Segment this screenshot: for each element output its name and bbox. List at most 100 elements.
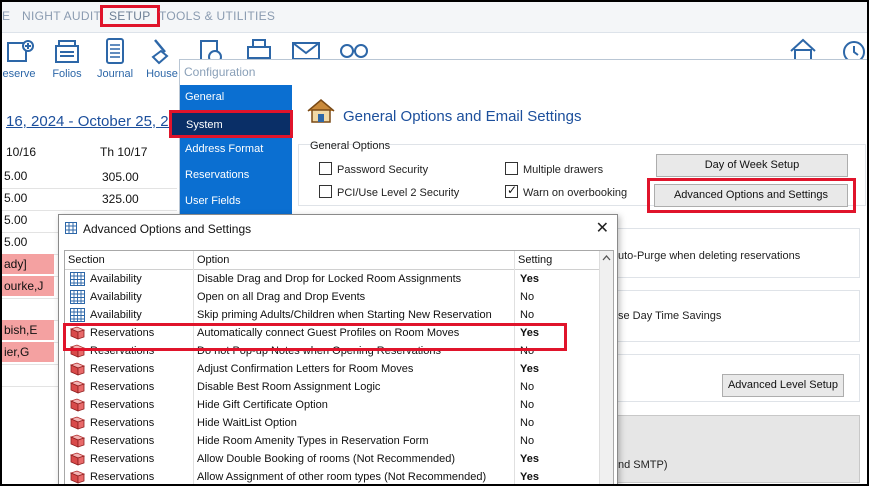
calendar-cell[interactable]: 325.00 — [102, 192, 139, 206]
warn-overbooking-label: Warn on overbooking — [523, 187, 628, 199]
menu-tools-utilities[interactable]: TOOLS & UTILITIES — [159, 9, 275, 23]
journal-tool[interactable]: Journal — [90, 37, 140, 80]
option-cell: Disable Best Room Assignment Logic — [197, 381, 381, 393]
nav-item-address-format[interactable]: Address Format — [185, 143, 263, 155]
calendar-cell[interactable]: 5.00 — [2, 188, 54, 208]
smtp-text: nd SMTP) — [618, 459, 668, 471]
option-cell: Skip priming Adults/Children when Starti… — [197, 309, 492, 321]
section-cell: Reservations — [90, 381, 155, 393]
folios-icon — [55, 40, 79, 63]
table-row[interactable]: Reservations Disable Best Room Assignment… — [65, 378, 613, 396]
table-row[interactable]: Reservations Allow Assignment of other ro… — [65, 468, 613, 484]
journal-label: Journal — [96, 68, 134, 80]
password-security-label: Password Security — [337, 164, 429, 176]
grid-header: Section Option Setting — [65, 251, 613, 270]
folios-tool[interactable]: Folios — [42, 37, 92, 80]
checkbox-box[interactable] — [319, 162, 332, 175]
setting-cell[interactable]: No — [520, 309, 534, 321]
journal-icon — [106, 38, 124, 64]
calendar-cell[interactable]: ier,G — [2, 342, 54, 362]
setting-cell[interactable]: No — [520, 435, 534, 447]
checkbox-box-checked[interactable] — [505, 183, 518, 198]
column-header-section[interactable]: Section — [68, 254, 105, 266]
calendar-cell[interactable]: ady] — [2, 254, 54, 274]
option-cell: Hide Room Amenity Types in Reservation F… — [197, 435, 429, 447]
pane-title: General Options and Email Settings — [343, 108, 582, 125]
column-header-option[interactable]: Option — [197, 254, 229, 266]
password-security-checkbox[interactable]: Password Security — [319, 162, 428, 176]
date-range-link[interactable]: 16, 2024 - October 25, 20 — [6, 113, 177, 130]
book-icon — [69, 452, 86, 469]
scroll-up-arrow-icon[interactable] — [600, 251, 613, 265]
calendar-header-col2: Th 10/17 — [100, 145, 148, 159]
vertical-scrollbar[interactable] — [599, 251, 613, 484]
dialog-title: Advanced Options and Settings — [83, 222, 252, 236]
multiple-drawers-checkbox[interactable]: Multiple drawers — [505, 162, 603, 176]
option-cell: Allow Assignment of other room types (No… — [197, 471, 487, 483]
book-icon — [69, 416, 86, 433]
menu-night-audit[interactable]: NIGHT AUDIT — [22, 9, 101, 23]
pci-security-label: PCI/Use Level 2 Security — [337, 187, 460, 199]
book-icon — [69, 398, 86, 415]
table-row[interactable]: Reservations Hide WaitList Option No — [65, 414, 613, 432]
option-cell: Disable Drag and Drop for Locked Room As… — [197, 273, 462, 285]
reserve-tool[interactable]: eserve — [2, 37, 44, 80]
calendar-cell[interactable]: ourke,J — [2, 276, 54, 296]
book-icon — [69, 434, 86, 451]
auto-purge-text: uto-Purge when deleting reservations — [618, 250, 801, 262]
option-cell: Adjust Confirmation Letters for Room Mov… — [197, 363, 414, 375]
menu-item-partial[interactable]: E — [2, 9, 10, 23]
options-grid: Section Option Setting Availability Disab… — [64, 250, 614, 484]
setting-cell[interactable]: No — [520, 291, 534, 303]
table-row[interactable]: Reservations Allow Double Booking of room… — [65, 450, 613, 468]
setting-cell[interactable]: No — [520, 399, 534, 411]
table-row[interactable]: Availability Disable Drag and Drop for Lo… — [65, 270, 613, 288]
section-cell: Reservations — [90, 471, 155, 483]
advanced-level-setup-button[interactable]: Advanced Level Setup — [722, 374, 844, 397]
section-cell: Reservations — [90, 435, 155, 447]
configuration-title: Configuration — [184, 65, 256, 79]
grid-icon — [65, 222, 77, 234]
setting-cell[interactable]: Yes — [520, 453, 539, 465]
table-row[interactable]: Reservations Hide Gift Certificate Option… — [65, 396, 613, 414]
calendar-cell[interactable]: 305.00 — [102, 170, 139, 184]
advanced-options-button[interactable]: Advanced Options and Settings — [654, 184, 848, 207]
checkbox-box[interactable] — [505, 162, 518, 175]
table-row[interactable]: Reservations Hide Room Amenity Types in R… — [65, 432, 613, 450]
setting-cell[interactable]: Yes — [520, 363, 539, 375]
table-row[interactable]: Availability Open on all Drag and Drop Ev… — [65, 288, 613, 306]
warn-overbooking-checkbox[interactable]: Warn on overbooking — [505, 183, 628, 199]
nav-item-general[interactable]: General — [185, 91, 224, 103]
calendar-cell[interactable] — [2, 298, 54, 318]
day-of-week-setup-button[interactable]: Day of Week Setup — [656, 154, 848, 177]
calendar-cell[interactable]: 5.00 — [2, 166, 54, 186]
setting-cell[interactable]: No — [520, 417, 534, 429]
option-cell: Hide Gift Certificate Option — [197, 399, 328, 411]
folios-label: Folios — [52, 68, 82, 80]
nav-item-user-fields[interactable]: User Fields — [185, 195, 241, 207]
calendar-cell[interactable]: 5.00 — [2, 232, 54, 252]
close-icon[interactable]: ✕ — [596, 218, 609, 238]
nav-item-system[interactable]: System — [169, 110, 293, 138]
menu-setup[interactable]: SETUP — [100, 5, 160, 27]
column-header-setting[interactable]: Setting — [518, 254, 552, 266]
broom-icon — [151, 39, 169, 65]
nav-item-system-label: System — [186, 119, 223, 131]
book-icon — [69, 380, 86, 397]
table-row[interactable]: Availability Skip priming Adults/Children… — [65, 306, 613, 324]
pci-security-checkbox[interactable]: PCI/Use Level 2 Security — [319, 185, 459, 199]
daylight-savings-text: se Day Time Savings — [618, 310, 722, 322]
email-settings-panel — [610, 415, 860, 483]
setting-cell[interactable]: No — [520, 381, 534, 393]
general-options-label: General Options — [310, 140, 391, 152]
setting-cell[interactable]: Yes — [520, 471, 539, 483]
multiple-drawers-label: Multiple drawers — [523, 164, 604, 176]
table-row[interactable]: Reservations Adjust Confirmation Letters … — [65, 360, 613, 378]
calendar-cell[interactable] — [2, 364, 54, 384]
calendar-cell[interactable]: 5.00 — [2, 210, 54, 230]
app-window: E NIGHT AUDIT SETUP TOOLS & UTILITIES es… — [0, 0, 869, 486]
nav-item-reservations[interactable]: Reservations — [185, 169, 249, 181]
setting-cell[interactable]: Yes — [520, 273, 539, 285]
calendar-cell[interactable]: bish,E — [2, 320, 54, 340]
checkbox-box[interactable] — [319, 185, 332, 198]
